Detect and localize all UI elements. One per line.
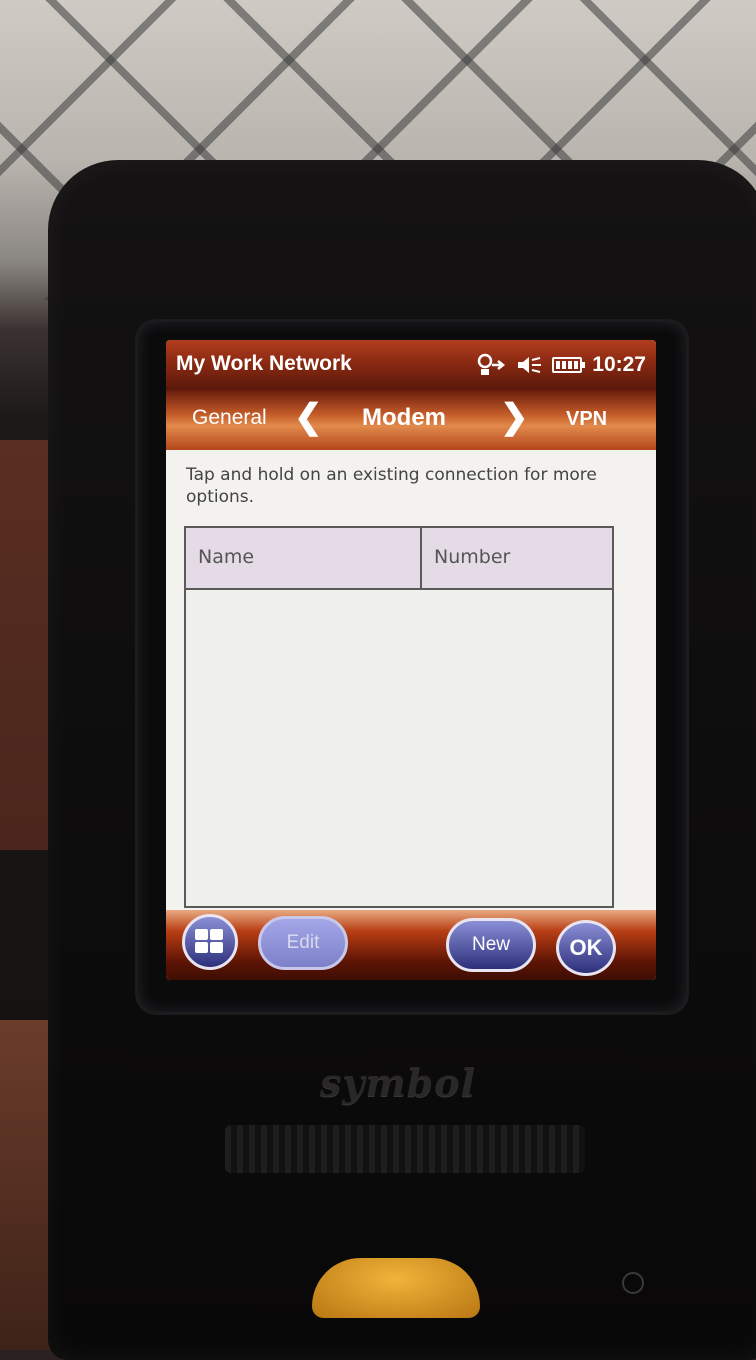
main-content: Tap and hold on an existing connection f… <box>166 450 656 910</box>
column-header-number[interactable]: Number <box>422 528 612 590</box>
speaker-grille <box>225 1125 585 1173</box>
scan-trigger-button[interactable] <box>312 1258 480 1318</box>
tab-modem[interactable]: Modem <box>362 404 446 432</box>
title-bar: My Work Network 10:27 <box>166 340 656 390</box>
clock[interactable]: 10:27 <box>592 353 646 377</box>
app-title: My Work Network <box>176 352 352 375</box>
device-brand-logo: symbol <box>320 1060 477 1105</box>
speaker-muted-icon[interactable] <box>516 354 542 376</box>
status-area: 10:27 <box>476 350 646 380</box>
windows-logo-icon <box>195 929 225 955</box>
column-header-name[interactable]: Name <box>186 528 422 590</box>
edit-button[interactable]: Edit <box>258 916 348 970</box>
list-header: Name Number <box>186 528 612 590</box>
tab-general[interactable]: General <box>192 406 267 430</box>
softkey-bar: Edit New OK <box>166 910 656 980</box>
tab-vpn[interactable]: VPN <box>566 408 607 431</box>
connection-list[interactable]: Name Number <box>184 526 614 908</box>
power-icon[interactable] <box>622 1272 644 1294</box>
start-button[interactable] <box>182 914 238 970</box>
tab-navigation: General ❮ Modem ❯ VPN <box>166 390 656 450</box>
ok-button[interactable]: OK <box>556 920 616 976</box>
new-button[interactable]: New <box>446 918 536 972</box>
instruction-text: Tap and hold on an existing connection f… <box>186 465 597 507</box>
network-connection-icon[interactable] <box>476 353 506 377</box>
chevron-right-icon[interactable]: ❯ <box>500 400 529 434</box>
device-screen: My Work Network 10:27 General ❮ Modem ❯ … <box>166 340 656 980</box>
chevron-left-icon[interactable]: ❮ <box>294 400 323 434</box>
battery-icon[interactable] <box>552 357 586 373</box>
